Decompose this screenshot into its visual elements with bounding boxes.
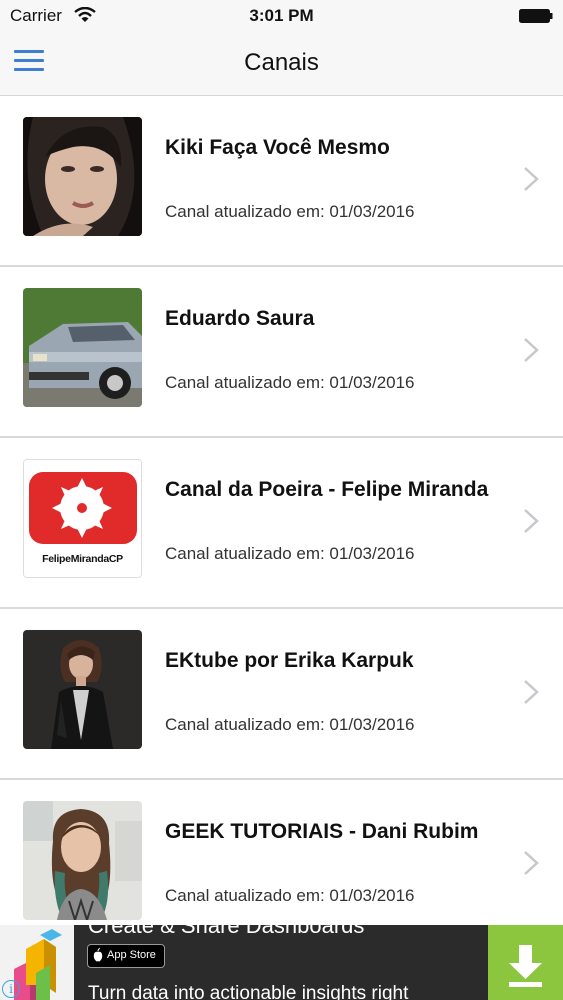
channel-name: GEEK TUTORIAIS - Dani Rubim — [165, 820, 479, 843]
channel-thumbnail — [23, 801, 142, 920]
channel-row[interactable]: EKtube por Erika Karpuk Canal atualizado… — [0, 609, 563, 780]
channel-row[interactable]: FelipeMirandaCP Canal da Poeira - Felipe… — [0, 438, 563, 609]
ad-download-button[interactable] — [488, 925, 563, 1000]
channel-updated-date: Canal atualizado em: 01/03/2016 — [165, 886, 415, 905]
channel-thumbnail: FelipeMirandaCP — [23, 459, 142, 578]
apple-logo-icon — [93, 948, 103, 962]
channel-updated-date: Canal atualizado em: 01/03/2016 — [165, 373, 415, 392]
chevron-right-icon — [524, 851, 539, 875]
channel-thumbnail — [23, 288, 142, 407]
channel-updated-date: Canal atualizado em: 01/03/2016 — [165, 544, 415, 563]
logo-caption: FelipeMirandaCP — [42, 553, 123, 565]
status-bar: Carrier 3:01 PM — [0, 0, 563, 32]
ad-app-logo: i — [0, 925, 74, 1000]
channel-thumbnail — [23, 117, 142, 236]
chevron-right-icon — [524, 509, 539, 533]
ad-subtext: Turn data into actionable insights right — [88, 983, 409, 1000]
page-title: Canais — [244, 49, 319, 76]
channel-name: Eduardo Saura — [165, 307, 315, 330]
channel-list: Kiki Faça Você Mesmo Canal atualizado em… — [0, 96, 563, 949]
channel-thumbnail — [23, 630, 142, 749]
app-store-label: App Store — [107, 949, 156, 961]
channel-updated-date: Canal atualizado em: 01/03/2016 — [165, 715, 415, 734]
channel-row[interactable]: Kiki Faça Você Mesmo Canal atualizado em… — [0, 96, 563, 267]
chevron-right-icon — [524, 680, 539, 704]
download-arrow-icon — [509, 945, 542, 987]
ad-headline: Create & Share Dashboards — [88, 925, 365, 938]
status-time: 3:01 PM — [249, 6, 314, 25]
channel-row[interactable]: GEEK TUTORIAIS - Dani Rubim Canal atuali… — [0, 780, 563, 949]
channel-name: Kiki Faça Você Mesmo — [165, 136, 390, 159]
channel-name: EKtube por Erika Karpuk — [165, 649, 414, 672]
channel-row[interactable]: Eduardo Saura Canal atualizado em: 01/03… — [0, 267, 563, 438]
ad-banner[interactable]: i Create & Share Dashboards App Store Tu… — [0, 925, 563, 1000]
chevron-right-icon — [524, 167, 539, 191]
app-store-badge[interactable]: App Store — [87, 944, 165, 968]
navigation-bar: Canais — [0, 32, 563, 96]
battery-icon — [519, 9, 553, 23]
channel-updated-date: Canal atualizado em: 01/03/2016 — [165, 202, 415, 221]
channel-name: Canal da Poeira - Felipe Miranda — [165, 478, 489, 501]
chevron-right-icon — [524, 338, 539, 362]
info-icon[interactable]: i — [2, 980, 20, 998]
